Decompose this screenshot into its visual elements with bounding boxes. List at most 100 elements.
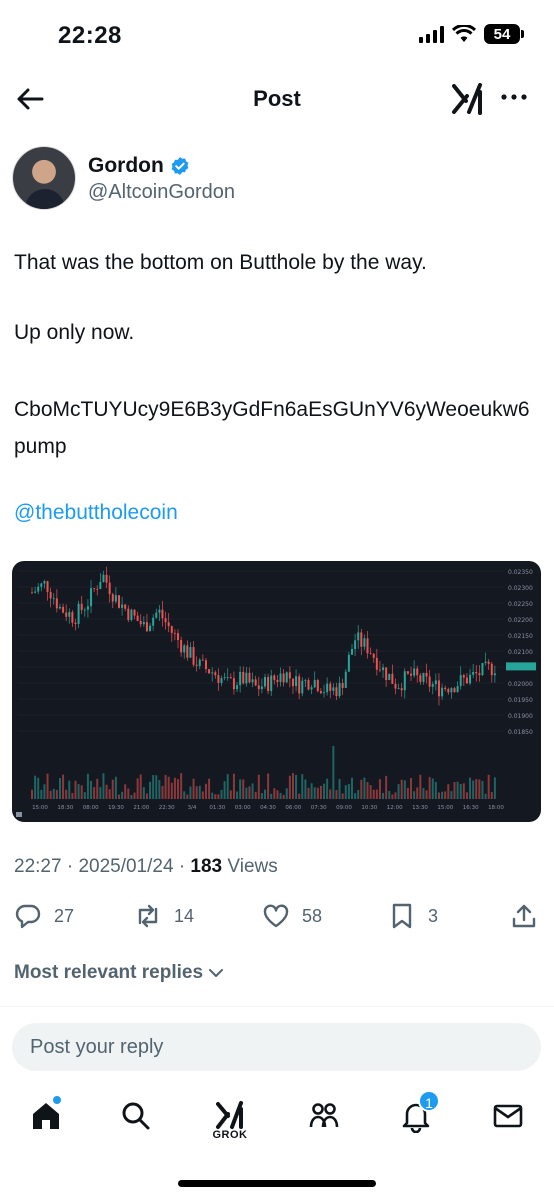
volume-bar [369,785,372,799]
author-name-row[interactable]: Gordon [88,154,190,178]
candle-body [472,671,475,675]
grok-logo-icon[interactable] [450,82,486,116]
volume-bar [363,777,366,799]
candle-body [149,625,152,632]
tab-home[interactable] [26,1096,66,1136]
candle-body [323,692,326,694]
candle-body [257,685,260,690]
post-author[interactable]: Gordon @AltcoinGordon [12,144,542,214]
candle-body [114,595,117,602]
candle-body [58,606,61,609]
candle-body [282,673,285,683]
volume-bar [242,779,245,799]
bookmark-button[interactable]: 3 [388,902,438,930]
candle-body [195,664,198,666]
volume-bar [391,794,394,799]
heart-icon [263,904,289,928]
candle-body [83,609,86,611]
candle-body [437,680,440,697]
reply-placeholder: Post your reply [30,1036,164,1058]
volume-bar [437,792,440,799]
volume-bar [186,794,189,799]
volume-bar [68,780,71,799]
share-button[interactable] [510,902,538,930]
y-tick-label: 0.02000 [508,681,533,688]
x-tick-label: 19:30 [108,805,124,811]
volume-bar [465,792,468,799]
volume-bar [425,790,428,799]
candle-body [354,640,357,649]
replies-sort-label: Most relevant replies [14,962,204,983]
candle-body [55,598,58,609]
candle-body [139,621,142,625]
volume-bar [254,791,257,799]
volume-bar [475,779,478,799]
y-tick-label: 0.01850 [508,729,533,736]
candle-body [301,680,304,694]
volume-bar [484,793,487,799]
tab-search[interactable] [116,1096,156,1136]
candle-body [121,604,124,608]
candle-body [382,667,385,671]
x-tick-label: 12:00 [387,805,403,811]
volume-bar [375,789,378,799]
volume-bar [413,791,416,799]
volume-bar [400,779,403,799]
volume-bar [347,784,350,799]
author-handle[interactable]: @AltcoinGordon [88,181,235,204]
reply-count: 27 [54,905,75,926]
volume-bar [248,786,251,799]
volume-bar [295,774,298,799]
more-options-icon[interactable] [498,86,530,108]
candle-body [319,691,322,694]
candle-body [124,604,127,609]
volume-bar [139,774,142,799]
reply-icon [15,904,41,929]
candle-body [65,612,68,617]
volume-bar [183,791,186,799]
candle-body [332,687,335,691]
volume-bar [145,793,148,799]
candle-body [248,672,251,683]
tab-notifications[interactable]: 1 [396,1090,440,1136]
candle-body [52,598,55,600]
price-chart: 0.02350 0.02300 0.02250 0.02200 0.02150 0.021… [16,566,536,817]
volume-bar [447,784,450,799]
candle-body [307,680,310,690]
volume-bar [419,774,422,799]
repost-button[interactable]: 14 [134,902,194,930]
tab-messages[interactable] [488,1096,528,1136]
volume-bar [444,791,447,799]
volume-bar [403,780,406,799]
tab-communities[interactable] [304,1096,344,1136]
candle-body [481,662,484,676]
volume-bar [239,779,242,799]
volume-bar [450,791,453,799]
reply-input[interactable]: Post your reply [12,1023,541,1071]
candle-body [229,677,232,679]
x-tick-label: 18:00 [488,805,504,811]
volume-bar [323,783,326,799]
volume-bar [155,775,158,799]
author-name[interactable]: Gordon [88,154,164,178]
candle-body [453,688,456,693]
x-tick-label: 08:00 [83,805,99,811]
chart-image[interactable]: 0.02350 0.02300 0.02250 0.02200 0.02150 0.021… [12,561,541,822]
candle-body [493,673,496,676]
candle-body [465,677,468,684]
volume-bar [111,779,114,799]
volume-bar [350,777,353,799]
candle-body [68,612,71,617]
volume-bar [223,781,226,799]
candle-body [90,588,93,607]
avatar[interactable] [12,146,76,210]
like-button[interactable]: 58 [262,902,322,930]
volume-bar [260,793,263,799]
candle-body [245,672,248,684]
reply-button[interactable]: 27 [14,902,74,930]
y-tick-label: 0.02200 [508,617,533,624]
volume-bar [288,775,291,799]
replies-sort-dropdown[interactable]: Most relevant replies [14,962,225,984]
mention-link[interactable]: @thebuttholecoin [14,498,178,527]
candle-body [316,680,319,692]
